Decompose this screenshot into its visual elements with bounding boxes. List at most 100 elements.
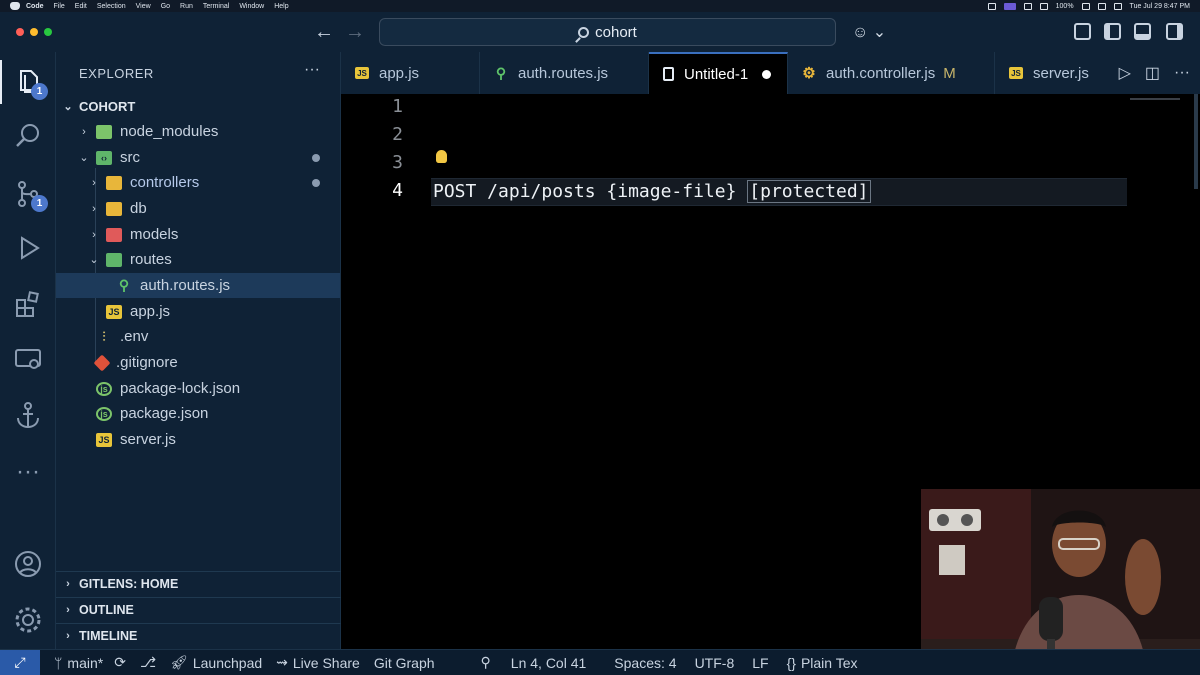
status-language-mode[interactable]: {} Plain Tex bbox=[787, 655, 858, 671]
branch-label: main* bbox=[67, 654, 104, 671]
code-line[interactable]: POST /api/posts {image-file} [protected] bbox=[433, 178, 871, 206]
tree-item-controllers[interactable]: › controllers bbox=[56, 170, 340, 195]
unsaved-dot-icon[interactable] bbox=[762, 69, 772, 79]
extensions-icon[interactable] bbox=[12, 288, 44, 320]
copilot-icon[interactable]: ☺ ⌄ bbox=[852, 22, 886, 42]
cloud-icon[interactable] bbox=[1023, 2, 1032, 10]
apple-icon[interactable] bbox=[10, 2, 20, 10]
tree-item-package-json[interactable]: js package.json bbox=[56, 401, 340, 426]
explorer-icon[interactable]: 1 bbox=[0, 60, 48, 104]
tab-app-js[interactable]: JS app.js bbox=[341, 52, 480, 94]
macos-menu-bar: Code File Edit Selection View Go Run Ter… bbox=[0, 0, 1200, 12]
tab-untitled-1[interactable]: Untitled-1 bbox=[649, 52, 788, 94]
explorer-badge: 1 bbox=[31, 83, 48, 100]
more-views-icon[interactable]: ··· bbox=[12, 456, 44, 488]
run-debug-icon[interactable] bbox=[12, 232, 44, 264]
npm-file-icon: js bbox=[96, 381, 112, 396]
status-icon[interactable] bbox=[987, 2, 996, 10]
toggle-panel-icon[interactable] bbox=[1134, 23, 1151, 40]
status-launchpad[interactable]: 🚀︎ Launchpad bbox=[170, 654, 262, 671]
remote-indicator-icon[interactable]: ⤢ bbox=[0, 649, 40, 675]
chevron-right-icon: › bbox=[92, 176, 96, 189]
menu-window[interactable]: Window bbox=[239, 3, 264, 10]
run-icon[interactable]: ▷ bbox=[1119, 63, 1131, 83]
menu-file[interactable]: File bbox=[54, 3, 65, 10]
zoom-icon: ⚲ bbox=[480, 654, 491, 670]
tab-auth-controller-js[interactable]: ⚙ auth.controller.js M bbox=[788, 52, 995, 94]
tree-item-routes[interactable]: ⌄ routes bbox=[56, 247, 340, 272]
minimap[interactable] bbox=[1130, 98, 1180, 100]
tab-label: auth.controller.js bbox=[826, 64, 936, 82]
tree-item-auth-routes[interactable]: ⚲ auth.routes.js bbox=[56, 273, 340, 298]
forward-arrow-icon[interactable]: → bbox=[345, 21, 365, 44]
status-encoding[interactable]: UTF-8 bbox=[695, 655, 735, 671]
menu-selection[interactable]: Selection bbox=[97, 3, 126, 10]
menu-edit[interactable]: Edit bbox=[75, 3, 87, 10]
back-arrow-icon[interactable]: ← bbox=[314, 21, 334, 44]
menu-terminal[interactable]: Terminal bbox=[203, 3, 229, 10]
tree-item-db[interactable]: › db bbox=[56, 196, 340, 221]
menu-clock[interactable]: Tue Jul 29 8:47 PM bbox=[1130, 3, 1190, 10]
tree-item-label: package.json bbox=[120, 405, 209, 422]
anchor-extension-icon[interactable] bbox=[12, 400, 44, 432]
toggle-primary-sidebar-icon[interactable] bbox=[1104, 23, 1121, 40]
tree-item-env[interactable]: ⫶ .env bbox=[56, 324, 340, 349]
status-branch[interactable]: ᛘ main* ⟳ bbox=[54, 654, 126, 671]
tree-item-package-lock[interactable]: js package-lock.json bbox=[56, 376, 340, 401]
window-minimize-button[interactable] bbox=[30, 28, 38, 36]
status-cursor-position[interactable]: Ln 4, Col 41 bbox=[511, 655, 587, 671]
battery-percent: 100% bbox=[1055, 2, 1074, 10]
status-live-share[interactable]: ⇝ Live Share bbox=[276, 654, 360, 671]
section-timeline[interactable]: › TIMELINE bbox=[56, 623, 341, 648]
window-close-button[interactable] bbox=[16, 28, 24, 36]
menu-run[interactable]: Run bbox=[180, 3, 193, 10]
command-center-search[interactable]: cohort bbox=[379, 18, 836, 46]
more-actions-icon[interactable]: ··· bbox=[1174, 64, 1190, 82]
tab-auth-routes-js[interactable]: ⚲ auth.routes.js bbox=[480, 52, 649, 94]
tree-item-gitignore[interactable]: .gitignore bbox=[56, 350, 340, 375]
section-label: GITLENS: HOME bbox=[79, 577, 179, 591]
menu-app-name[interactable]: Code bbox=[26, 3, 44, 10]
line-number-current: 4 bbox=[392, 180, 403, 201]
spotlight-icon[interactable] bbox=[1113, 2, 1122, 10]
scm-badge: 1 bbox=[31, 195, 48, 212]
search-view-icon[interactable] bbox=[12, 120, 44, 152]
manage-icon[interactable] bbox=[12, 604, 44, 636]
window-zoom-button[interactable] bbox=[44, 28, 52, 36]
js-file-icon: JS bbox=[106, 304, 122, 319]
customize-layout-icon[interactable] bbox=[1074, 23, 1091, 40]
menu-help[interactable]: Help bbox=[274, 3, 288, 10]
editor-scrollbar[interactable] bbox=[1194, 94, 1198, 189]
battery-icon[interactable] bbox=[1081, 2, 1090, 10]
accounts-icon[interactable] bbox=[12, 548, 44, 580]
workspace-root-header[interactable]: ⌄ COHORT bbox=[56, 94, 341, 118]
tree-item-models[interactable]: › models bbox=[56, 222, 340, 247]
wifi-icon[interactable] bbox=[1097, 2, 1106, 10]
menu-extra-icon[interactable] bbox=[1039, 2, 1048, 10]
remote-explorer-icon[interactable] bbox=[12, 344, 44, 376]
split-editor-icon[interactable]: ◫ bbox=[1145, 63, 1160, 83]
status-zoom[interactable]: ⚲ bbox=[481, 654, 491, 671]
explorer-more-actions-icon[interactable]: ··· bbox=[304, 61, 320, 79]
status-eol[interactable]: LF bbox=[752, 655, 768, 671]
tree-item-label: .gitignore bbox=[116, 354, 178, 371]
route-file-icon: ⚲ bbox=[118, 277, 130, 293]
tree-item-server-js[interactable]: JS server.js bbox=[56, 427, 340, 452]
status-git-lens[interactable]: ⎇ bbox=[140, 654, 156, 671]
menu-go[interactable]: Go bbox=[161, 3, 170, 10]
tree-item-node-modules[interactable]: › node_modules bbox=[56, 119, 340, 144]
sync-icon[interactable]: ⟳ bbox=[114, 654, 126, 671]
toggle-secondary-sidebar-icon[interactable] bbox=[1166, 23, 1183, 40]
section-outline[interactable]: › OUTLINE bbox=[56, 597, 341, 622]
lightbulb-icon[interactable] bbox=[436, 150, 447, 163]
line-number: 1 bbox=[392, 96, 403, 117]
tree-item-app-js[interactable]: JS app.js bbox=[56, 299, 340, 324]
status-git-graph[interactable]: Git Graph bbox=[374, 655, 435, 671]
source-control-icon[interactable]: 1 bbox=[12, 178, 48, 212]
screen-record-icon[interactable] bbox=[1003, 2, 1016, 10]
tree-item-label: node_modules bbox=[120, 123, 219, 140]
menu-view[interactable]: View bbox=[136, 3, 151, 10]
status-indentation[interactable]: Spaces: 4 bbox=[614, 655, 676, 671]
section-gitlens-home[interactable]: › GITLENS: HOME bbox=[56, 571, 341, 596]
tree-item-src[interactable]: ⌄ ‹› src bbox=[56, 145, 340, 170]
